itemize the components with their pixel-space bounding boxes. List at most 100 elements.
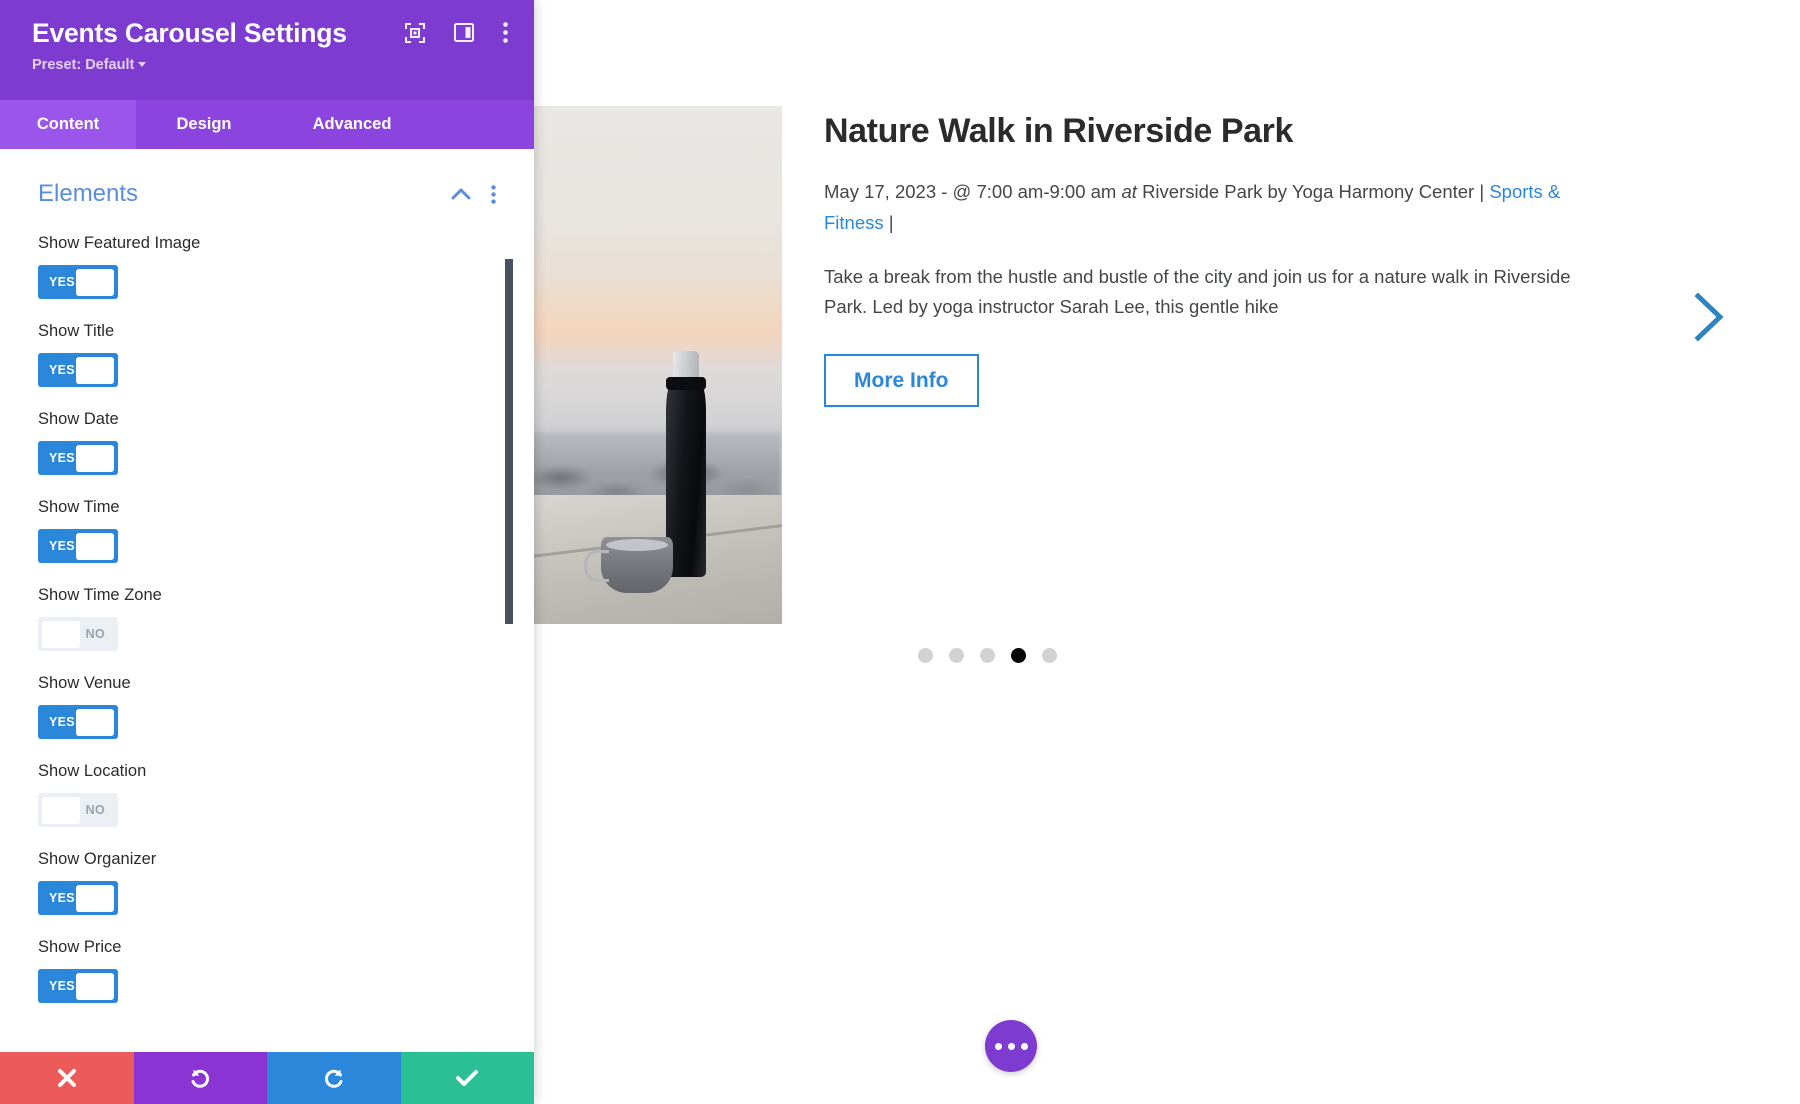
more-info-button[interactable]: More Info [824,354,979,407]
field-show-date: Show Date YES [38,409,496,475]
panel-preset-selector[interactable]: Preset: Default [32,57,508,73]
toggle-show-featured-image[interactable]: YES [38,265,118,299]
carousel-dot-3[interactable] [980,648,995,663]
event-featured-image[interactable] [530,106,782,624]
field-show-featured-image: Show Featured Image YES [38,233,496,299]
toggle-knob [76,357,114,384]
field-show-time: Show Time YES [38,497,496,563]
toggle-value: YES [49,275,75,289]
field-show-price: Show Price YES [38,937,496,1003]
event-at-word: at [1121,181,1136,202]
elements-section-header: Elements [38,173,496,215]
panel-preset-label: Preset: Default [32,57,134,73]
event-meta-sep-1: - @ [936,181,976,202]
toggle-value: NO [86,627,105,641]
field-show-time-zone: Show Time Zone NO [38,585,496,651]
event-organizer: Yoga Harmony Center [1292,181,1474,202]
photo-metal-cup [601,537,673,593]
toggle-knob [76,973,114,1000]
toggle-show-title[interactable]: YES [38,353,118,387]
field-label: Show Time [38,497,496,517]
panel-settings-body: Elements [0,149,534,1052]
event-excerpt: Take a break from the hustle and bustle … [824,262,1584,322]
toggle-show-time-zone[interactable]: NO [38,617,118,651]
tab-content[interactable]: Content [0,100,136,149]
section-tools [451,185,496,204]
event-meta-pipe-1: | [1479,181,1484,202]
carousel-pagination [918,648,1057,663]
field-label: Show Venue [38,673,496,693]
save-button[interactable] [401,1052,535,1104]
field-show-venue: Show Venue YES [38,673,496,739]
tab-design[interactable]: Design [136,100,272,149]
ellipsis-icon-dot-3 [1021,1043,1028,1050]
carousel-dot-2[interactable] [949,648,964,663]
panel-layout-icon[interactable] [454,23,474,42]
field-label: Show Date [38,409,496,429]
ellipsis-icon-dot-2 [1008,1043,1015,1050]
toggle-show-organizer[interactable]: YES [38,881,118,915]
field-label: Show Price [38,937,496,957]
chevron-up-icon[interactable] [451,188,471,200]
toggle-knob [42,797,80,824]
panel-header-icons [405,22,508,43]
toggle-value: YES [49,539,75,553]
cancel-button[interactable] [0,1052,134,1104]
field-label: Show Time Zone [38,585,496,605]
close-icon [56,1067,78,1089]
toggle-show-time[interactable]: YES [38,529,118,563]
toggle-value: YES [49,451,75,465]
undo-button[interactable] [134,1052,268,1104]
event-time: 7:00 am-9:00 am [976,181,1116,202]
carousel-next-arrow[interactable] [1690,290,1728,344]
toggle-knob [76,709,114,736]
carousel-dot-4[interactable] [1011,648,1026,663]
toggle-knob [76,885,114,912]
toggle-knob [76,445,114,472]
undo-icon [188,1066,212,1090]
carousel-dot-5[interactable] [1042,648,1057,663]
field-label: Show Location [38,761,496,781]
toggle-value: YES [49,979,75,993]
redo-button[interactable] [267,1052,401,1104]
more-vertical-icon[interactable] [491,185,496,204]
toggle-knob [76,269,114,296]
tab-advanced[interactable]: Advanced [272,100,432,149]
field-show-location: Show Location NO [38,761,496,827]
toggle-show-price[interactable]: YES [38,969,118,1003]
panel-footer-actions [0,1052,534,1104]
events-carousel-settings-panel: Events Carousel Settings Preset: Default [0,0,534,1104]
event-title: Nature Walk in Riverside Park [824,110,1690,152]
toggle-knob [76,533,114,560]
toggle-value: NO [86,803,105,817]
panel-scroll-content: Elements [0,149,534,1003]
event-meta-line: May 17, 2023 - @ 7:00 am-9:00 am at Rive… [824,176,1569,238]
more-vertical-icon[interactable] [503,22,508,43]
event-by-word: by [1268,181,1288,202]
panel-header: Events Carousel Settings Preset: Default [0,0,534,100]
panel-scrollbar-thumb[interactable] [505,259,513,624]
carousel-dot-1[interactable] [918,648,933,663]
toggle-value: YES [49,363,75,377]
event-carousel-card: Nature Walk in Riverside Park May 17, 20… [530,106,1690,624]
toggle-show-location[interactable]: NO [38,793,118,827]
chevron-right-icon [1690,290,1728,344]
toggle-value: YES [49,891,75,905]
focus-target-icon[interactable] [405,23,425,43]
field-show-title: Show Title YES [38,321,496,387]
event-meta-pipe-2: | [889,212,894,233]
toggle-show-venue[interactable]: YES [38,705,118,739]
chevron-down-icon [138,62,146,67]
toggle-knob [42,621,80,648]
toggle-show-date[interactable]: YES [38,441,118,475]
field-label: Show Title [38,321,496,341]
check-icon [455,1068,479,1088]
event-venue: Riverside Park [1142,181,1262,202]
section-title: Elements [38,180,451,208]
redo-icon [322,1066,346,1090]
field-show-organizer: Show Organizer YES [38,849,496,915]
field-label: Show Organizer [38,849,496,869]
more-options-fab[interactable] [985,1020,1037,1072]
panel-tab-bar: Content Design Advanced [0,100,534,149]
event-date: May 17, 2023 [824,181,936,202]
